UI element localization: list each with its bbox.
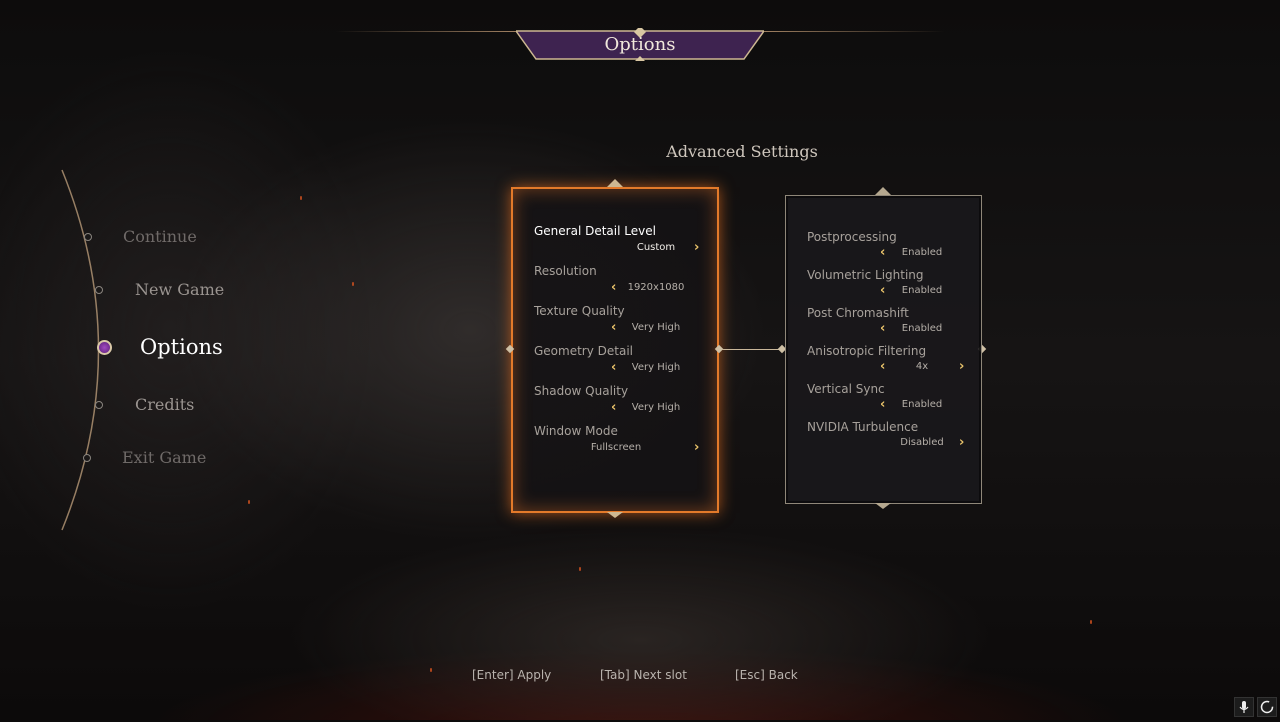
arrow-left-icon[interactable]: [880, 360, 885, 374]
section-title: Advanced Settings: [666, 142, 818, 161]
arrow-left-icon[interactable]: [611, 321, 616, 335]
setting-value: 1920x1080: [627, 282, 685, 293]
setting-value: Very High: [631, 322, 681, 333]
arrow-right-icon[interactable]: [959, 360, 964, 374]
arrow-right-icon[interactable]: [694, 441, 699, 455]
panel-connector: [722, 349, 782, 350]
setting-label: Texture Quality: [534, 304, 625, 318]
setting-value: 4x: [915, 361, 929, 372]
arrow-left-icon[interactable]: [611, 281, 616, 295]
ember-particle: [300, 196, 302, 200]
ember-particle: [430, 668, 432, 672]
arrow-left-icon[interactable]: [611, 401, 616, 415]
setting-value: Enabled: [901, 399, 943, 410]
setting-value: Enabled: [901, 285, 943, 296]
menu-dot: [83, 454, 91, 462]
arrow-left-icon[interactable]: [880, 284, 885, 298]
setting-label: Shadow Quality: [534, 384, 629, 398]
menu-dot: [84, 233, 92, 241]
ember-particle: [352, 282, 354, 286]
ember-particle: [248, 500, 250, 504]
circle-loader-icon: [1257, 697, 1277, 717]
setting-value: Fullscreen: [590, 442, 642, 453]
hint-next-slot[interactable]: [Tab] Next slot: [600, 668, 687, 682]
arrow-right-icon[interactable]: [694, 241, 699, 255]
setting-label: Volumetric Lighting: [807, 268, 924, 282]
menu-item-continue[interactable]: Continue: [123, 227, 197, 246]
menu-item-credits[interactable]: Credits: [135, 395, 194, 414]
hint-back[interactable]: [Esc] Back: [735, 668, 798, 682]
header-line-left: [335, 31, 520, 32]
menu-dot-active: [97, 340, 112, 355]
setting-label: Resolution: [534, 264, 597, 278]
menu-dot: [95, 401, 103, 409]
hint-apply[interactable]: [Enter] Apply: [472, 668, 551, 682]
panel-bottom-ornament: [875, 503, 891, 509]
setting-label: Post Chromashift: [807, 306, 909, 320]
setting-value: Enabled: [901, 323, 943, 334]
arrow-right-icon[interactable]: [959, 436, 964, 450]
menu-dot: [95, 286, 103, 294]
setting-label: Vertical Sync: [807, 382, 885, 396]
setting-label: Geometry Detail: [534, 344, 633, 358]
setting-value: Very High: [631, 362, 681, 373]
setting-value: Very High: [631, 402, 681, 413]
setting-value: Disabled: [900, 437, 944, 448]
header-line-right: [760, 31, 945, 32]
arrow-left-icon[interactable]: [880, 398, 885, 412]
setting-value: Enabled: [901, 247, 943, 258]
setting-label: Window Mode: [534, 424, 618, 438]
arrow-left-icon[interactable]: [880, 246, 885, 260]
ember-particle: [579, 567, 581, 571]
menu-item-options[interactable]: Options: [140, 335, 223, 359]
menu-item-new-game[interactable]: New Game: [135, 280, 224, 299]
panel-bottom-ornament: [607, 512, 623, 518]
menu-item-exit-game[interactable]: Exit Game: [122, 448, 206, 467]
panel-top-ornament: [607, 179, 623, 187]
setting-label: Anisotropic Filtering: [807, 344, 927, 358]
panel-top-ornament: [875, 187, 891, 195]
arrow-left-icon[interactable]: [611, 361, 616, 375]
setting-label: General Detail Level: [534, 224, 656, 238]
setting-label: Postprocessing: [807, 230, 897, 244]
page-title: Options: [604, 34, 676, 55]
microphone-icon[interactable]: [1234, 697, 1254, 717]
arrow-left-icon[interactable]: [880, 322, 885, 336]
setting-value: Custom: [636, 242, 676, 253]
ember-particle: [1090, 620, 1092, 624]
setting-label: NVIDIA Turbulence: [807, 420, 919, 434]
